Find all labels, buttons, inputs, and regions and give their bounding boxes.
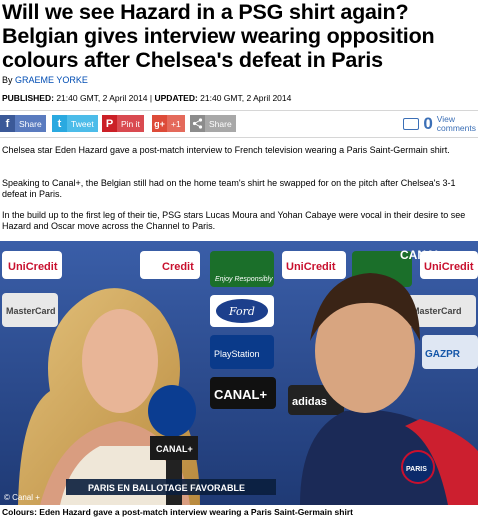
unicredit-board-1: UniCredit	[8, 261, 58, 273]
playstation-board: PlayStation	[214, 349, 260, 359]
published-label: PUBLISHED:	[2, 93, 54, 103]
share-bar: f Share t Tweet P Pin it g+ +1 Share 0 V…	[0, 113, 478, 135]
comment-bubble-icon	[403, 118, 420, 130]
article-paragraph-3: In the build up to the first leg of thei…	[2, 210, 466, 231]
unicredit-board-3: UniCredit	[424, 261, 474, 273]
twitter-icon: t	[57, 117, 62, 130]
interview-photo-scene: UniCredit Credit Enjoy Responsibly UniCr…	[0, 241, 478, 505]
view-comments-link[interactable]: 0 View comments	[403, 114, 476, 134]
pinterest-pin-button[interactable]: P Pin it	[102, 115, 144, 132]
share-icon	[190, 115, 205, 132]
by-prefix: By	[2, 75, 13, 85]
twitter-tweet-label: Tweet	[67, 115, 98, 132]
published-value: 21:40 GMT, 2 April 2014	[56, 93, 148, 103]
psg-badge: PARIS	[406, 466, 427, 473]
googleplus-button[interactable]: g+ +1	[152, 115, 185, 132]
generic-share-button[interactable]: Share	[190, 115, 236, 132]
author-link[interactable]: GRAEME YORKE	[15, 75, 88, 85]
googleplus-icon: g+	[154, 118, 165, 129]
view-comments-line2: comments	[436, 123, 476, 133]
date-separator: |	[149, 93, 153, 103]
article-paragraph-2: Speaking to Canal+, the Belgian still ha…	[2, 178, 456, 199]
generic-share-label: Share	[205, 115, 236, 132]
photo-credit: © Canal +	[4, 493, 40, 502]
pinterest-pin-label: Pin it	[117, 115, 144, 132]
canal-channel-logo: CANAL+	[400, 248, 449, 262]
facebook-share-button[interactable]: f Share	[0, 115, 46, 132]
gazprom-board: GAZPR	[425, 349, 461, 360]
article-photo: UniCredit Credit Enjoy Responsibly UniCr…	[0, 241, 478, 505]
mic-canal-logo: CANAL+	[156, 444, 193, 454]
headline: Will we see Hazard in a PSG shirt again?…	[2, 0, 435, 72]
mastercard-board-2: MasterCard	[412, 306, 462, 316]
twitter-tweet-button[interactable]: t Tweet	[52, 115, 98, 132]
pinterest-icon: P	[105, 117, 114, 130]
publish-dates: PUBLISHED: 21:40 GMT, 2 April 2014 | UPD…	[2, 93, 291, 103]
facebook-share-label: Share	[15, 115, 46, 132]
updated-value: 21:40 GMT, 2 April 2014	[200, 93, 292, 103]
unicredit-board-2: UniCredit	[286, 261, 336, 273]
byline: By GRAEME YORKE	[2, 75, 88, 85]
photo-caption: Colours: Eden Hazard gave a post-match i…	[2, 507, 353, 517]
adidas-board: adidas	[292, 396, 327, 408]
view-comments-label: View comments	[437, 115, 476, 133]
heineken-board: Enjoy Responsibly	[215, 276, 273, 283]
divider-top	[0, 110, 478, 111]
ford-board: Ford	[228, 305, 255, 318]
facebook-icon: f	[5, 117, 10, 130]
tv-banner-text: PARIS EN BALLOTAGE FAVORABLE	[88, 483, 245, 493]
divider-bottom	[0, 137, 478, 138]
updated-label: UPDATED:	[154, 93, 198, 103]
credit-board: Credit	[162, 261, 194, 273]
mastercard-board-1: MasterCard	[6, 306, 56, 316]
canal-board: CANAL+	[214, 387, 267, 402]
googleplus-label: +1	[167, 115, 185, 132]
comments-count: 0	[423, 114, 433, 133]
article-paragraph-1: Chelsea star Eden Hazard gave a post-mat…	[2, 145, 450, 155]
